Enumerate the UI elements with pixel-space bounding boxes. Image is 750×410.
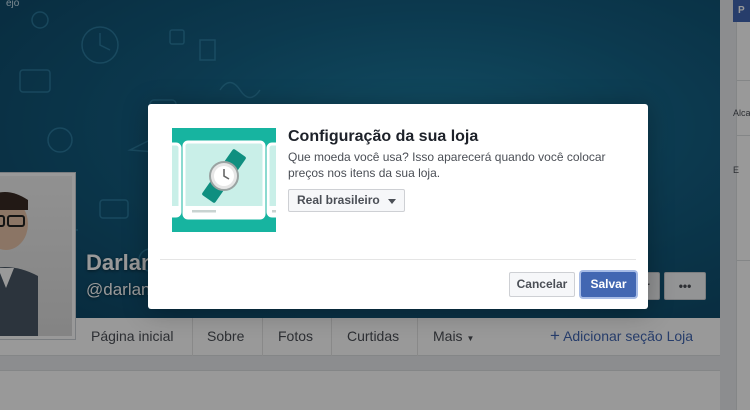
watch-icon [172,140,276,220]
caret-down-icon [387,199,396,204]
dialog-description: Que moeda você usa? Isso aparecerá quand… [288,150,606,180]
save-button[interactable]: Salvar [581,272,636,297]
currency-select-value: Real brasileiro [297,193,380,207]
currency-select[interactable]: Real brasileiro [288,189,405,212]
dialog-divider [160,259,636,260]
dialog-title: Configuração da sua loja [288,128,479,145]
cancel-button[interactable]: Cancelar [509,272,575,297]
shop-setup-dialog: Configuração da sua loja Que moeda você … [148,104,648,309]
shop-illustration [172,128,276,232]
